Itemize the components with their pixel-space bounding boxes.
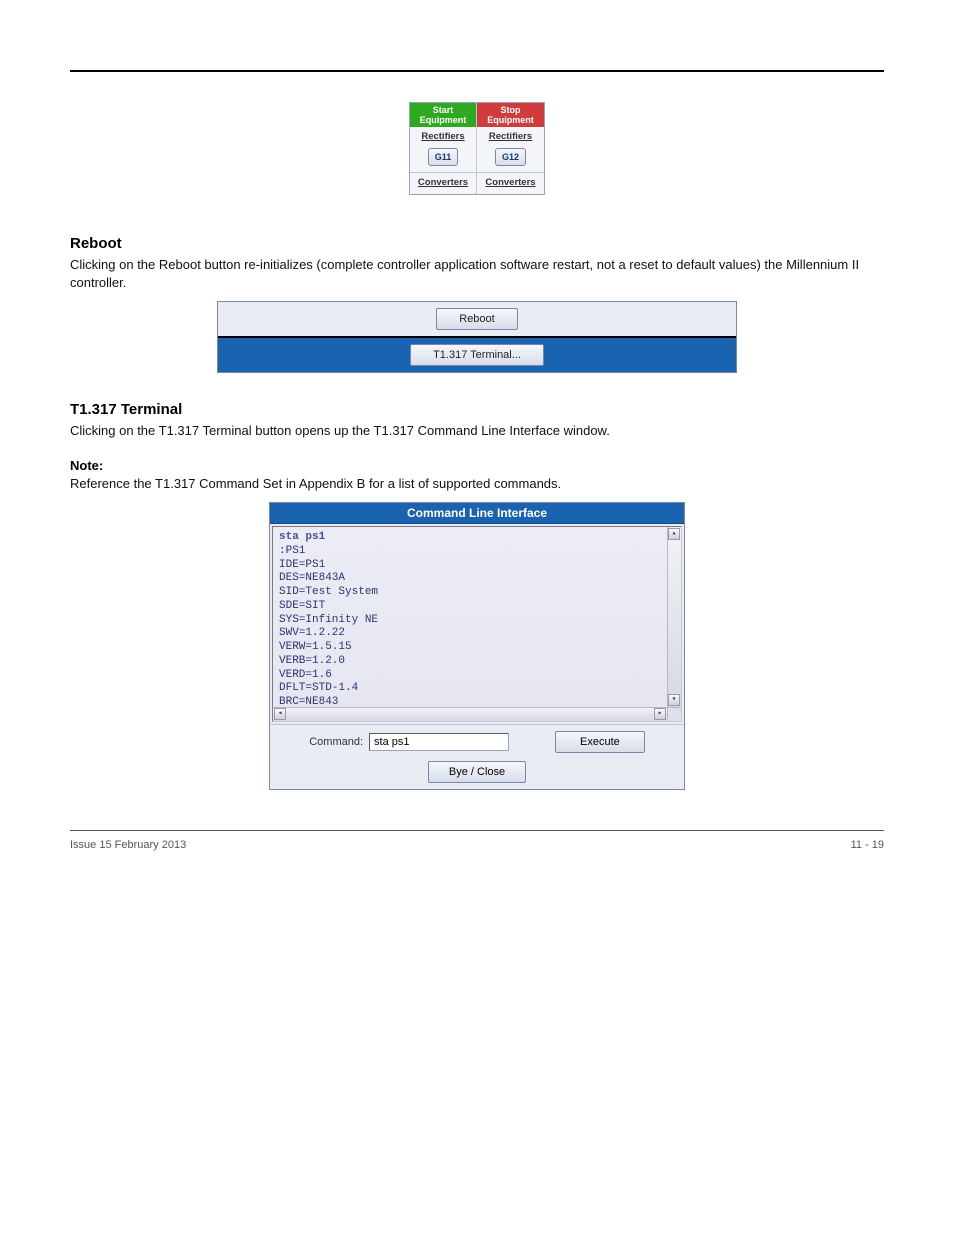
reboot-body-text: Clicking on the Reboot button re-initial… (70, 256, 884, 291)
horizontal-scrollbar[interactable]: ◂ ▸ (273, 707, 667, 721)
command-line-interface-window: Command Line Interface sta ps1 :PS1 IDE=… (269, 502, 685, 790)
reboot-row: Reboot (218, 302, 736, 336)
page-footer: Issue 15 February 2013 11 - 19 (70, 839, 884, 851)
scroll-left-icon[interactable]: ◂ (274, 708, 286, 720)
stop-equipment-header: Stop Equipment (477, 103, 544, 127)
scroll-right-icon[interactable]: ▸ (654, 708, 666, 720)
terminal-heading: T1.317 Terminal (70, 401, 884, 418)
start-equipment-header: Start Equipment (410, 103, 476, 127)
command-label: Command: (309, 736, 363, 748)
footer-issue: Issue 15 February 2013 (70, 839, 186, 851)
vertical-scrollbar[interactable]: ▴ ▾ (667, 527, 681, 707)
converters-stop-column: Converters (477, 173, 544, 194)
cli-line: IDE=PS1 (279, 559, 675, 573)
execute-button[interactable]: Execute (555, 731, 645, 753)
note-body-text: Reference the T1.317 Command Set in Appe… (70, 475, 884, 493)
rectifiers-label-start: Rectifiers (421, 127, 464, 148)
scroll-up-icon[interactable]: ▴ (668, 528, 680, 540)
converters-label-start: Converters (418, 173, 468, 194)
command-input[interactable] (369, 733, 509, 751)
cli-line: DES=NE843A (279, 572, 675, 586)
footer-rule (70, 830, 884, 831)
cli-line: sta ps1 (279, 531, 675, 545)
equipment-panel-figure: Start Equipment Rectifiers G11 Stop Equi… (70, 102, 884, 195)
stop-rectifier-g12-button[interactable]: G12 (495, 148, 526, 166)
cli-line: SWV=1.2.22 (279, 627, 675, 641)
scroll-corner (667, 707, 681, 721)
start-rectifier-g11-button[interactable]: G11 (428, 148, 459, 166)
converters-label-stop: Converters (485, 173, 535, 194)
cli-line: SYS=Infinity NE (279, 614, 675, 628)
header-rule (70, 70, 884, 72)
cli-close-row: Bye / Close (270, 757, 684, 785)
cli-line: VERW=1.5.15 (279, 641, 675, 655)
cli-line: SDE=SIT (279, 600, 675, 614)
equipment-stop-column: Stop Equipment Rectifiers G12 (477, 103, 544, 172)
cli-output-area: sta ps1 :PS1 IDE=PS1 DES=NE843A SID=Test… (272, 526, 682, 722)
equipment-start-column: Start Equipment Rectifiers G11 (410, 103, 477, 172)
cli-title: Command Line Interface (270, 503, 684, 524)
cli-line: :PS1 (279, 545, 675, 559)
cli-line: SID=Test System (279, 586, 675, 600)
rectifiers-label-stop: Rectifiers (489, 127, 532, 148)
terminal-intro-text: Clicking on the T1.317 Terminal button o… (70, 422, 884, 440)
cli-line: VERB=1.2.0 (279, 655, 675, 669)
cli-line: DFLT=STD-1.4 (279, 682, 675, 696)
terminal-row: T1.317 Terminal... (218, 338, 736, 372)
footer-page-number: 11 - 19 (851, 839, 884, 851)
reboot-button[interactable]: Reboot (436, 308, 517, 330)
cli-line: VERD=1.6 (279, 669, 675, 683)
note-heading: Note: (70, 458, 884, 473)
equipment-panel: Start Equipment Rectifiers G11 Stop Equi… (409, 102, 545, 195)
bye-close-button[interactable]: Bye / Close (428, 761, 526, 783)
converters-start-column: Converters (410, 173, 477, 194)
t1317-terminal-button[interactable]: T1.317 Terminal... (410, 344, 544, 366)
reboot-heading: Reboot (70, 235, 884, 252)
cli-command-row: Command: Execute (270, 724, 684, 757)
scroll-down-icon[interactable]: ▾ (668, 694, 680, 706)
reboot-terminal-bar-figure: Reboot T1.317 Terminal... (217, 301, 737, 373)
